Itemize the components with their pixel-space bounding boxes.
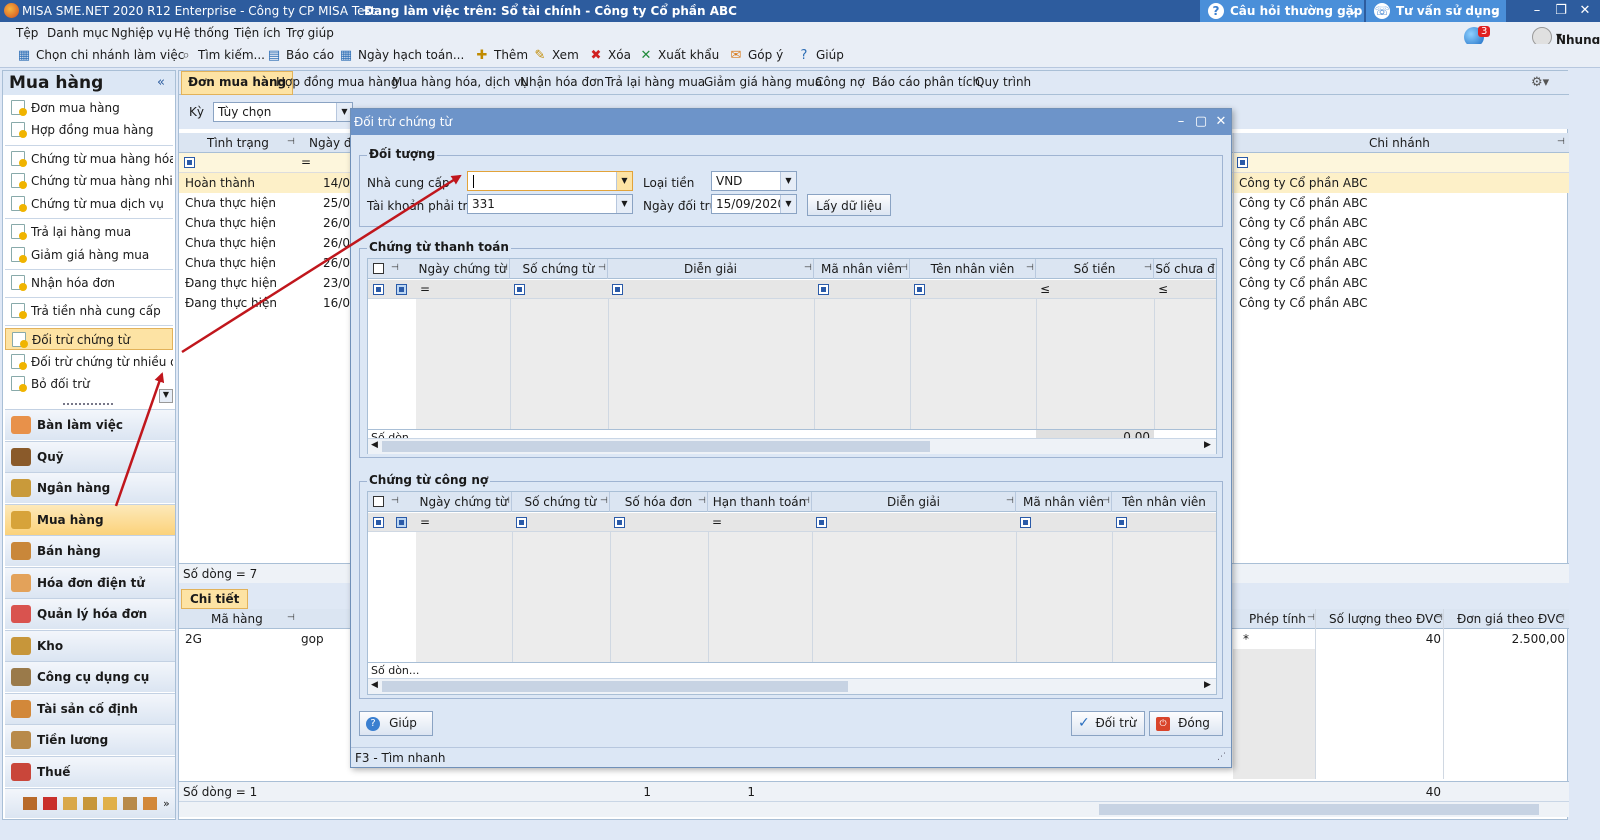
annotation-arrow [114,372,165,507]
annotation-arrows [114,174,462,507]
annotation-arrow [181,174,462,354]
